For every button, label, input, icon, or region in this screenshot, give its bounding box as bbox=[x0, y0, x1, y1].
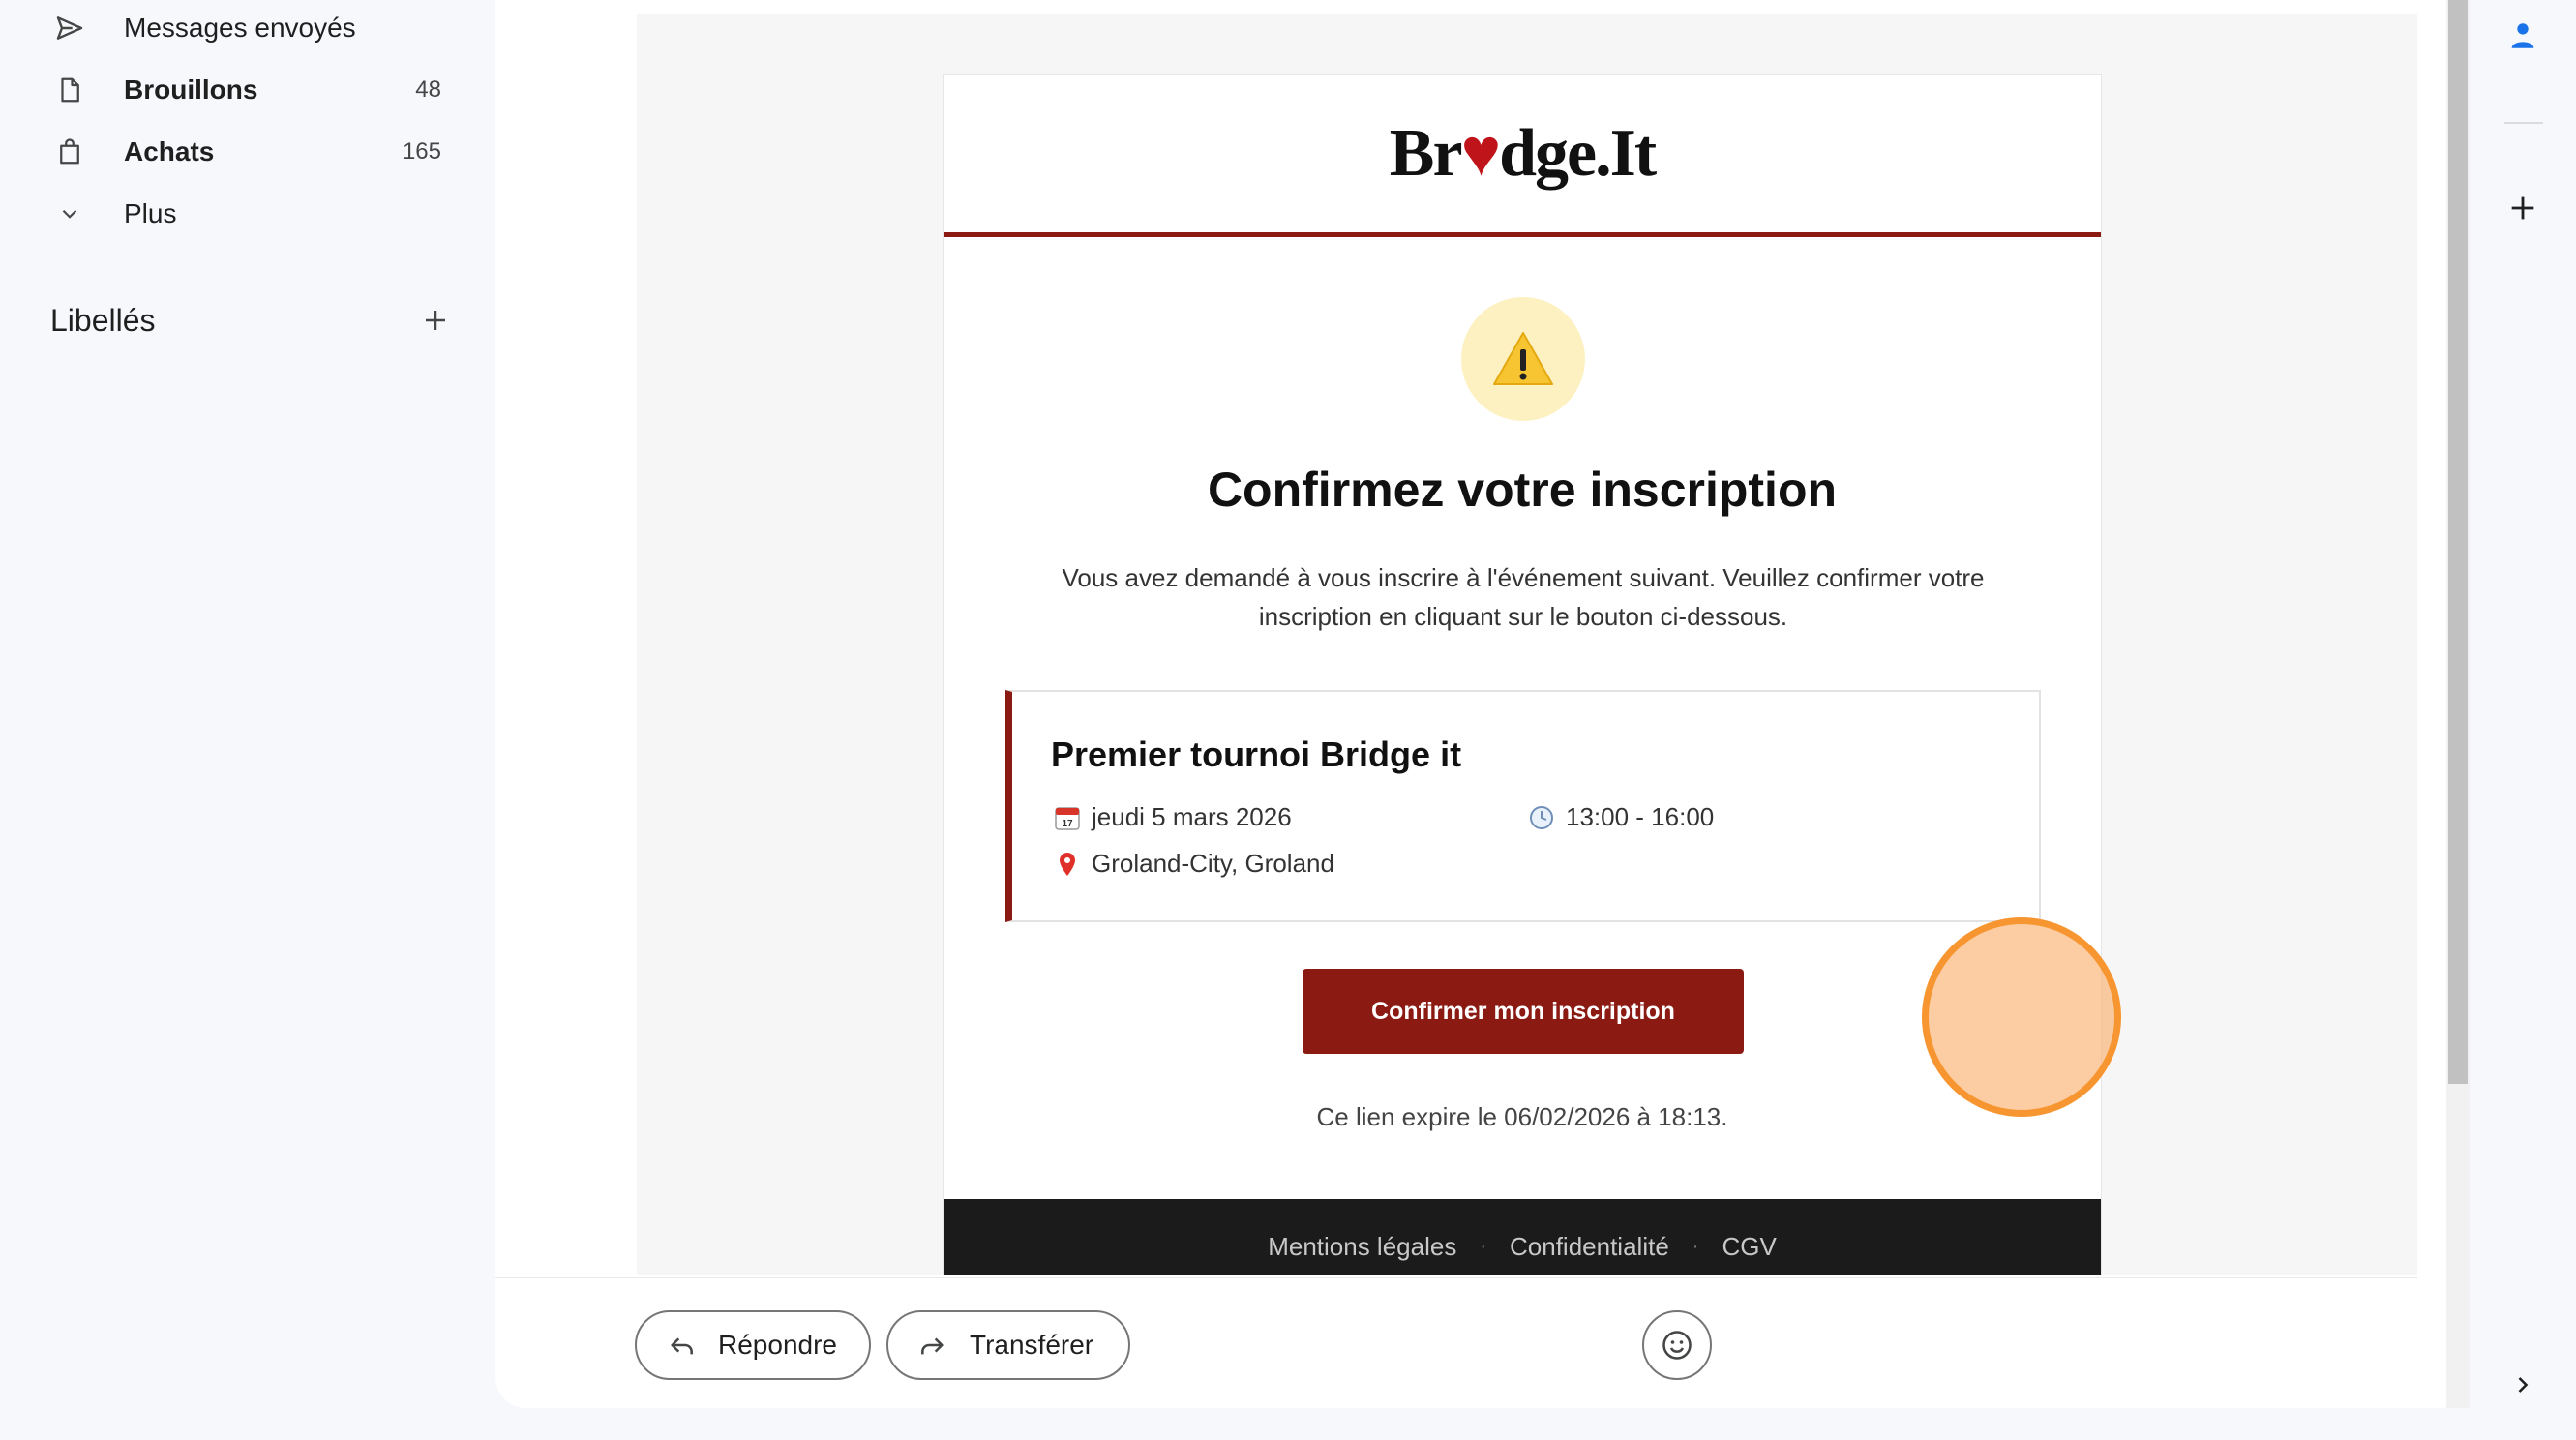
footer-link-terms[interactable]: CGV bbox=[1722, 1232, 1776, 1262]
labels-header: Libellés bbox=[50, 296, 455, 345]
sidebar-item-label: Plus bbox=[124, 198, 177, 228]
email-intro: Vous avez demandé à vous inscrire à l'év… bbox=[1062, 563, 1985, 631]
labels-title: Libellés bbox=[50, 302, 156, 338]
email-header: Br♥dge.It bbox=[944, 75, 2101, 237]
logo-text: Br bbox=[1389, 115, 1463, 191]
footer-link-privacy[interactable]: Confidentialité bbox=[1510, 1232, 1669, 1262]
reply-label: Répondre bbox=[718, 1330, 837, 1360]
sidebar-item-more[interactable]: Plus bbox=[0, 184, 455, 244]
divider bbox=[2504, 122, 2543, 124]
event-location-text: Groland-City, Groland bbox=[1092, 849, 1334, 878]
footer-separator: · bbox=[1480, 1235, 1486, 1257]
confirm-registration-button[interactable]: Confirmer mon inscription bbox=[1303, 969, 1744, 1054]
warning-icon bbox=[1493, 332, 1553, 385]
reply-icon bbox=[662, 1326, 701, 1365]
calendar-icon: 17 bbox=[1051, 803, 1084, 832]
event-time: 13:00 - 16:00 bbox=[1525, 802, 1714, 832]
logo-heart-icon: ♥ bbox=[1460, 115, 1502, 191]
get-addons-button[interactable] bbox=[2499, 184, 2547, 232]
send-icon bbox=[50, 9, 89, 47]
event-location: Groland-City, Groland bbox=[1051, 849, 1334, 879]
logo-text: dge.It bbox=[1499, 115, 1657, 191]
clock-icon bbox=[1525, 803, 1558, 832]
forward-label: Transférer bbox=[970, 1330, 1094, 1360]
sidebar-item-label: Messages envoyés bbox=[124, 13, 356, 43]
plus-icon bbox=[2511, 196, 2534, 220]
event-date-text: jeudi 5 mars 2026 bbox=[1092, 802, 1292, 831]
side-panel bbox=[2470, 0, 2576, 1440]
shopping-bag-icon bbox=[50, 133, 89, 171]
person-icon bbox=[2511, 23, 2534, 48]
link-expiry-text: Ce lien expire le 06/02/2026 à 18:13. bbox=[1316, 1102, 1728, 1131]
sidebar-item-drafts[interactable]: Brouillons 48 bbox=[0, 60, 455, 120]
divider bbox=[495, 1277, 2417, 1278]
event-title: Premier tournoi Bridge it bbox=[1051, 735, 1462, 774]
location-pin-icon bbox=[1051, 850, 1084, 879]
emoji-reaction-button[interactable] bbox=[1642, 1310, 1712, 1380]
email-footer: Mentions légales · Confidentialité · CGV bbox=[944, 1199, 2101, 1275]
chevron-right-icon bbox=[2518, 1377, 2529, 1393]
event-date: 17 jeudi 5 mars 2026 bbox=[1051, 802, 1292, 832]
main-panel: Br♥dge.It Confirmez votre inscription Vo… bbox=[495, 0, 2470, 1408]
footer-separator: · bbox=[1692, 1235, 1699, 1257]
reply-button[interactable]: Répondre bbox=[635, 1310, 871, 1380]
sidebar-item-count: 165 bbox=[402, 138, 441, 165]
event-details: Premier tournoi Bridge it 17 jeudi 5 mar… bbox=[1005, 690, 2041, 922]
footer-link-legal[interactable]: Mentions légales bbox=[1268, 1232, 1456, 1262]
draft-icon bbox=[50, 71, 89, 109]
email-card: Br♥dge.It Confirmez votre inscription Vo… bbox=[943, 74, 2102, 1275]
warning-badge bbox=[1461, 297, 1585, 421]
sidebar-item-purchases[interactable]: Achats 165 bbox=[0, 122, 455, 182]
sidebar-item-sent[interactable]: Messages envoyés bbox=[0, 0, 455, 58]
sidebar-item-label: Brouillons bbox=[124, 75, 258, 105]
chevron-down-icon bbox=[50, 195, 89, 233]
forward-icon bbox=[914, 1326, 952, 1365]
contacts-button[interactable] bbox=[2499, 12, 2547, 60]
svg-text:17: 17 bbox=[1062, 819, 1073, 829]
brand-logo: Br♥dge.It bbox=[1389, 115, 1657, 193]
plus-icon bbox=[426, 311, 445, 330]
scrollbar-thumb[interactable] bbox=[2448, 0, 2468, 1084]
sidebar-item-count: 48 bbox=[415, 76, 441, 103]
sidebar: Messages envoyés Brouillons 48 Achats 16… bbox=[0, 0, 495, 1440]
smiley-icon bbox=[1662, 1331, 1692, 1360]
sidebar-item-label: Achats bbox=[124, 136, 215, 166]
event-time-text: 13:00 - 16:00 bbox=[1566, 802, 1715, 831]
expand-side-panel-button[interactable] bbox=[2499, 1361, 2547, 1409]
email-title: Confirmez votre inscription bbox=[1207, 463, 1838, 517]
add-label-button[interactable] bbox=[416, 301, 455, 340]
email-body-area: Br♥dge.It Confirmez votre inscription Vo… bbox=[637, 14, 2417, 1275]
forward-button[interactable]: Transférer bbox=[886, 1310, 1130, 1380]
